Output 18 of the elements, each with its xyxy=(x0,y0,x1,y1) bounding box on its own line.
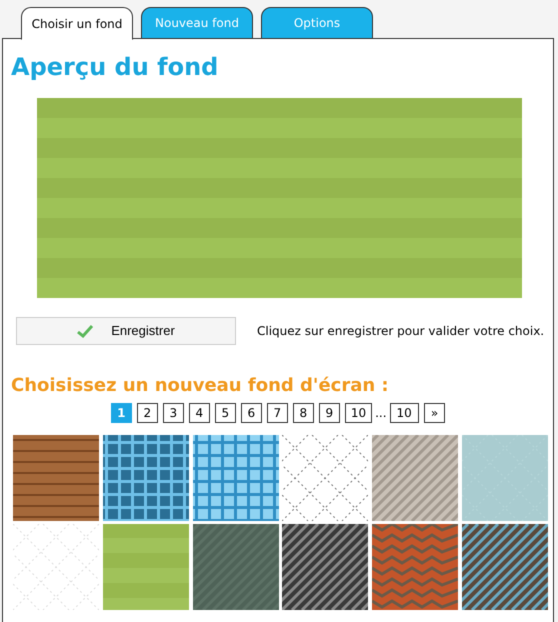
next-page-link[interactable]: » xyxy=(424,403,446,423)
page-link[interactable]: 7 xyxy=(266,403,288,423)
page-link[interactable]: 5 xyxy=(214,403,236,423)
page-link[interactable]: 10 xyxy=(344,403,372,423)
page-link[interactable]: 8 xyxy=(292,403,314,423)
save-button[interactable]: Enregistrer xyxy=(16,317,236,345)
page-link[interactable]: 9 xyxy=(318,403,340,423)
ellipsis: ... xyxy=(375,405,387,422)
gallery-title: Choisissez un nouveau fond d'écran : xyxy=(11,374,390,398)
preview-title: Aperçu du fond xyxy=(11,52,220,82)
page-link[interactable]: 6 xyxy=(240,403,262,423)
page-link[interactable]: 4 xyxy=(188,403,210,423)
checkmark-icon xyxy=(77,324,94,338)
last-page-link[interactable]: 10 xyxy=(390,403,419,423)
page-link[interactable]: 3 xyxy=(162,403,184,423)
page-link[interactable]: 2 xyxy=(136,403,158,423)
save-hint: Cliquez sur enregistrer pour valider votre choix. xyxy=(257,323,544,340)
tab[interactable]: Choisir un fond xyxy=(21,7,133,40)
